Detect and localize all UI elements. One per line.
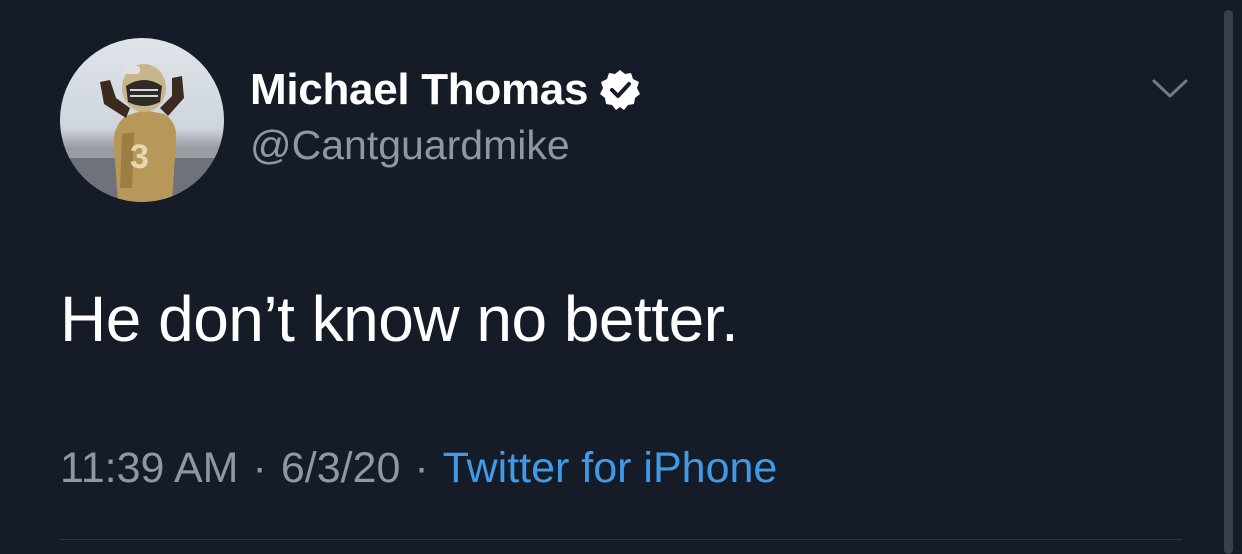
tweet-source-link[interactable]: Twitter for iPhone <box>443 444 778 493</box>
divider <box>60 539 1182 540</box>
meta-separator: · <box>252 444 267 492</box>
display-name[interactable]: Michael Thomas <box>250 65 588 115</box>
tweet-card: 3 Michael Thomas @Cantguardmike He don’t… <box>0 0 1242 554</box>
chevron-down-icon[interactable] <box>1150 74 1190 104</box>
tweet-meta: 11:39 AM · 6/3/20 · Twitter for iPhone <box>60 444 777 493</box>
user-handle[interactable]: @Cantguardmike <box>250 122 570 169</box>
meta-separator: · <box>414 444 429 492</box>
tweet-text: He don’t know no better. <box>60 283 739 355</box>
display-name-row[interactable]: Michael Thomas <box>250 62 642 118</box>
scrollbar[interactable] <box>1224 10 1233 554</box>
avatar-photo: 3 <box>60 64 224 202</box>
svg-text:3: 3 <box>130 138 149 176</box>
avatar[interactable]: 3 <box>60 38 224 202</box>
tweet-date[interactable]: 6/3/20 <box>281 444 401 493</box>
tweet-time[interactable]: 11:39 AM <box>60 444 239 493</box>
verified-badge-icon <box>598 68 642 112</box>
